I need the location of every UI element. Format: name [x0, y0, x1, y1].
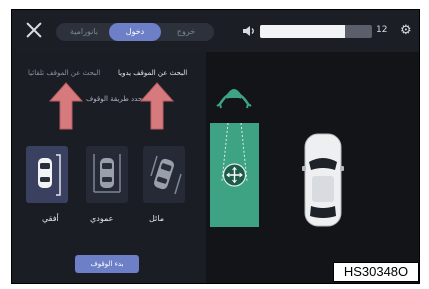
perpendicular-parking-icon — [93, 154, 121, 193]
parallel-parking-card[interactable] — [26, 146, 68, 203]
perpendicular-label: عمودي — [90, 214, 114, 223]
volume-value: 12 — [376, 25, 388, 35]
tab-panoramic[interactable]: بانورامية — [58, 23, 110, 41]
tab-enter[interactable]: دخول — [109, 23, 161, 41]
manual-search-option[interactable]: البحث عن الموقف يدويا — [118, 69, 187, 77]
reference-code: HS30348O — [333, 262, 419, 282]
volume-slider[interactable] — [260, 25, 372, 38]
tab-exit[interactable]: خروج — [160, 23, 212, 41]
parking-assist-screen: بانورامية دخول خروج 12 ⚙ البحث عن الموقف… — [11, 9, 420, 284]
parking-slot[interactable] — [210, 122, 259, 227]
car-top-view-icon — [302, 133, 344, 227]
parallel-parking-icon — [38, 154, 61, 196]
parallel-label: أفقي — [42, 214, 59, 223]
start-parking-button[interactable]: بدء الوقوف — [75, 255, 139, 273]
speaker-icon — [243, 26, 254, 36]
angled-parking-icon — [150, 155, 182, 195]
top-bar: بانورامية دخول خروج 12 ⚙ — [12, 10, 419, 52]
callout-arrow-icon — [48, 82, 84, 130]
mode-segmented-control: بانورامية دخول خروج — [56, 23, 214, 41]
volume-slider-fill — [260, 25, 346, 38]
close-icon[interactable] — [26, 22, 42, 38]
perpendicular-parking-card[interactable] — [86, 146, 128, 203]
angled-parking-card[interactable] — [143, 146, 185, 203]
control-panel: البحث عن الموقف تلقائيا البحث عن الموقف … — [12, 52, 206, 283]
auto-search-option[interactable]: البحث عن الموقف تلقائيا — [28, 69, 100, 77]
parking-view — [206, 52, 419, 283]
parking-method-prompt: حدد طريقة الوقوف — [86, 95, 143, 103]
slot-guides — [221, 122, 248, 187]
angled-label: مائل — [149, 214, 165, 223]
gear-icon[interactable]: ⚙ — [400, 24, 412, 38]
callout-arrow-icon — [139, 82, 175, 130]
